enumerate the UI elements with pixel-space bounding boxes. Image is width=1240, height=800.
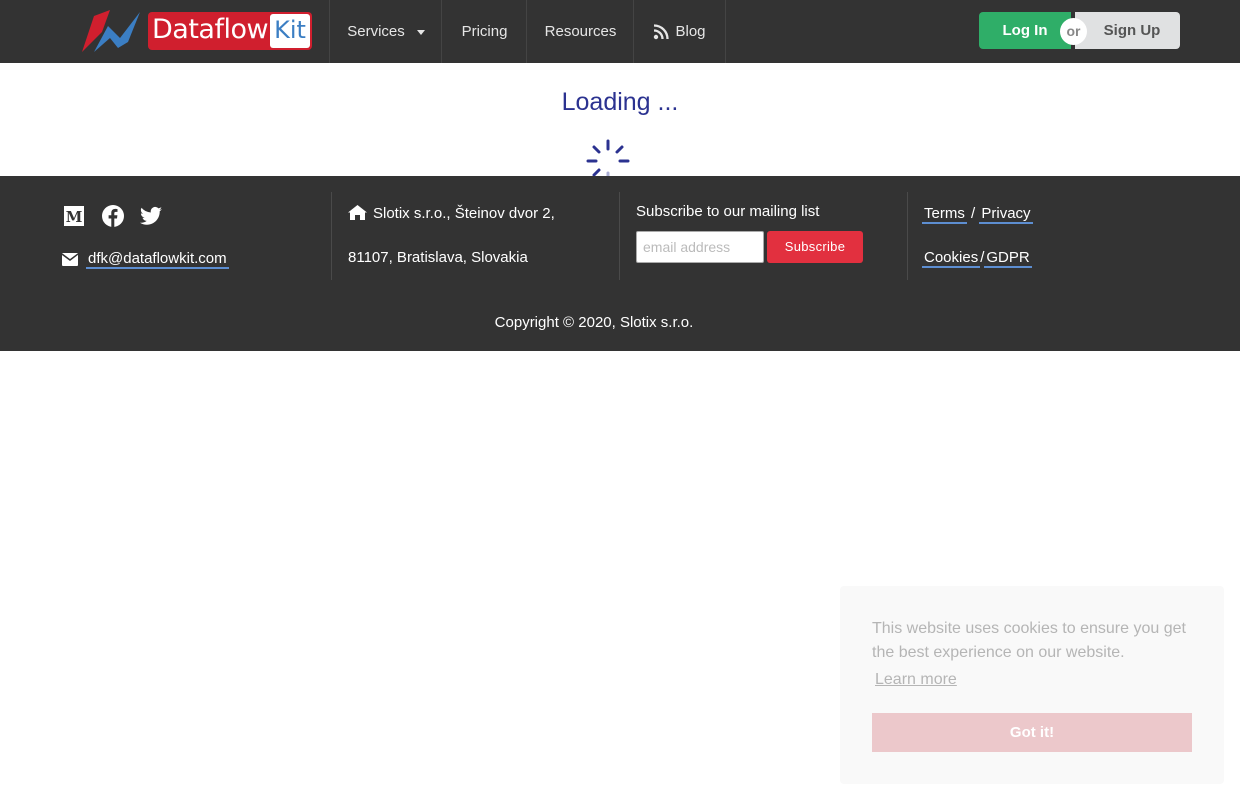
footer-legal-links: Terms / Privacy [922, 203, 1033, 225]
top-navbar: Dataflow Kit Services Pricing Resources … [0, 0, 1240, 63]
link-separator: / [971, 205, 976, 222]
copyright-text: Copyright © 2020, Slotix s.r.o. [494, 314, 694, 331]
cookie-accept-button[interactable]: Got it! [872, 713, 1192, 752]
signup-label: Sign Up [1103, 22, 1161, 39]
footer: M dfk@dataflowkit.com Slotix s.r.o., Šte… [0, 176, 1240, 351]
cookie-consent-banner: This website uses cookies to ensure you … [840, 586, 1224, 784]
subscribe-button[interactable]: Subscribe [767, 231, 863, 263]
address-line1-text: Slotix s.r.o., Šteinov dvor 2, [373, 205, 555, 222]
logo-kit-text: Kit [270, 14, 310, 48]
logo-wordmark: Dataflow Kit [148, 12, 312, 50]
nav-pricing[interactable]: Pricing [441, 0, 527, 63]
learn-more-link[interactable]: Learn more [875, 669, 957, 691]
terms-link[interactable]: Terms [922, 205, 967, 224]
subscribe-label: Subscribe to our mailing list [636, 203, 820, 220]
home-icon [348, 205, 367, 220]
nav-resources[interactable]: Resources [526, 0, 634, 63]
footer-email-link[interactable]: dfk@dataflowkit.com [86, 250, 229, 269]
subscribe-email-input[interactable] [636, 231, 764, 263]
cookies-link[interactable]: Cookies [922, 249, 981, 268]
rss-icon [654, 24, 670, 40]
nav-blog-label: Blog [675, 23, 706, 40]
footer-divider [331, 192, 332, 280]
footer-address-line1: Slotix s.r.o., Šteinov dvor 2, [348, 203, 555, 225]
footer-divider [907, 192, 908, 280]
facebook-icon[interactable] [101, 204, 125, 228]
nav-pricing-label: Pricing [461, 23, 508, 40]
gdpr-link[interactable]: GDPR [984, 249, 1032, 268]
cookie-message: This website uses cookies to ensure you … [872, 620, 1186, 661]
footer-email-row: dfk@dataflowkit.com [61, 248, 229, 270]
svg-text:M: M [66, 208, 83, 226]
footer-divider [619, 192, 620, 280]
nav-services-label: Services [347, 23, 405, 40]
nav-services[interactable]: Services [329, 0, 442, 63]
dataflowkit-logo[interactable]: Dataflow Kit [80, 8, 313, 54]
envelope-icon [61, 252, 79, 266]
medium-icon[interactable]: M [62, 204, 86, 228]
nav-resources-label: Resources [544, 23, 617, 40]
login-button[interactable]: Log In [979, 12, 1071, 49]
logo-mark-icon [82, 10, 140, 52]
logo-text: Dataflow [152, 14, 269, 45]
loading-text: Loading ... [561, 88, 679, 116]
footer-address-line2: 81107, Bratislava, Slovakia [348, 249, 528, 266]
twitter-icon[interactable] [139, 204, 163, 228]
or-divider: or [1060, 18, 1087, 45]
caret-down-icon [416, 29, 425, 35]
footer-cookie-links: Cookies / GDPR [922, 247, 1032, 269]
privacy-link[interactable]: Privacy [979, 205, 1033, 224]
signup-button[interactable]: Sign Up [1075, 12, 1180, 49]
nav-blog[interactable]: Blog [633, 0, 726, 63]
